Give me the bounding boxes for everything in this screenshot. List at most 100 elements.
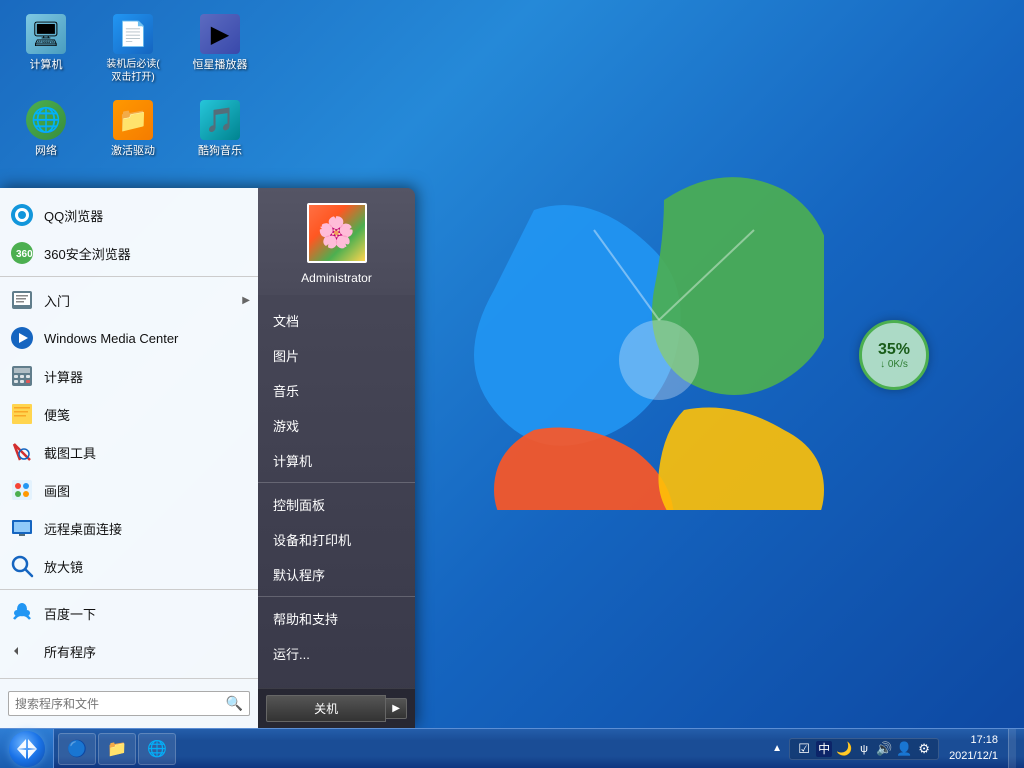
svg-text:360: 360 — [16, 249, 33, 260]
start-item-360[interactable]: 360 360安全浏览器 — [0, 234, 258, 272]
music-icon: 🎵 — [200, 100, 240, 140]
shutdown-button[interactable]: 关机 — [266, 695, 386, 722]
magnifier-icon — [8, 552, 36, 580]
qq-browser-icon — [8, 201, 36, 229]
driver-icon: 📁 — [113, 100, 153, 140]
speed-widget: 35% ↓ 0K/s — [859, 320, 929, 390]
speed-percent: 35% — [878, 341, 910, 359]
user-section: Administrator — [258, 188, 415, 295]
desktop-icon-music[interactable]: 🎵 酷狗音乐 — [184, 96, 256, 162]
start-item-wmc[interactable]: Windows Media Center — [0, 319, 258, 357]
start-item-magnifier[interactable]: 放大镜 — [0, 547, 258, 585]
start-menu-left: QQ浏览器 360 360安全浏览器 入门 ▶ — [0, 188, 258, 728]
music-icon-label: 酷狗音乐 — [198, 144, 242, 158]
sticky-icon — [8, 400, 36, 428]
rdp-label: 远程桌面连接 — [44, 519, 250, 538]
intro-arrow: ▶ — [242, 295, 250, 306]
taskbar-item-explorer[interactable]: 📁 — [98, 733, 136, 765]
search-box[interactable]: 🔍 — [8, 691, 250, 716]
start-menu: QQ浏览器 360 360安全浏览器 入门 ▶ — [0, 188, 415, 728]
magnifier-label: 放大镜 — [44, 557, 250, 576]
shutdown-arrow-button[interactable]: ▶ — [386, 698, 407, 719]
right-item-computer[interactable]: 计算机 — [258, 443, 415, 478]
start-item-paint[interactable]: 画图 — [0, 471, 258, 509]
media-icon-label: 恒星播放器 — [193, 58, 248, 72]
start-item-snipping[interactable]: 截图工具 — [0, 433, 258, 471]
start-orb — [9, 731, 45, 767]
start-item-all-programs[interactable]: 所有程序 — [0, 632, 258, 670]
taskbar-ie-icon: 🌐 — [147, 739, 167, 759]
start-item-sticky[interactable]: 便笺 — [0, 395, 258, 433]
network-icon: 🌐 — [26, 100, 66, 140]
snipping-label: 截图工具 — [44, 443, 250, 462]
separator-2 — [0, 589, 258, 590]
separator-1 — [0, 276, 258, 277]
start-item-intro[interactable]: 入门 ▶ — [0, 281, 258, 319]
right-item-help[interactable]: 帮助和支持 — [258, 601, 415, 636]
right-item-games[interactable]: 游戏 — [258, 408, 415, 443]
all-programs-icon — [8, 637, 36, 665]
right-item-pictures[interactable]: 图片 — [258, 338, 415, 373]
tray-settings-icon[interactable]: ⚙ — [916, 741, 932, 757]
show-desktop-button[interactable] — [1008, 729, 1016, 768]
start-item-rdp[interactable]: 远程桌面连接 — [0, 509, 258, 547]
desktop-icon-row-1: 🖥 计算机 📄 装机后必读( 双击打开) ▶ 恒星播放器 — [10, 10, 256, 88]
computer-icon: 🖥 — [26, 14, 66, 54]
desktop-icon-word[interactable]: 📄 装机后必读( 双击打开) — [97, 10, 169, 88]
word-icon: 📄 — [113, 14, 153, 54]
start-item-qq-browser[interactable]: QQ浏览器 — [0, 196, 258, 234]
word-icon-label: 装机后必读( 双击打开) — [106, 58, 159, 84]
right-item-documents[interactable]: 文档 — [258, 303, 415, 338]
right-item-control-panel[interactable]: 控制面板 — [258, 487, 415, 522]
taskbar-item-qq[interactable]: 🔵 — [58, 733, 96, 765]
paint-label: 画图 — [44, 481, 250, 500]
start-button[interactable] — [0, 729, 54, 768]
taskbar: 🔵 📁 🌐 ▲ ☑ 中 🌙 ψ 🔊 👤 ⚙ 17:18 2021/ — [0, 728, 1024, 768]
tray-network-icon[interactable]: ψ — [856, 741, 872, 757]
media-icon: ▶ — [200, 14, 240, 54]
360-icon: 360 — [8, 239, 36, 267]
user-name: Administrator — [301, 271, 372, 285]
system-clock[interactable]: 17:18 2021/12/1 — [943, 733, 1004, 764]
search-icon: 🔍 — [226, 695, 243, 712]
search-input[interactable] — [15, 697, 226, 711]
tray-icons: ☑ 中 🌙 ψ 🔊 👤 ⚙ — [789, 738, 939, 760]
wmc-icon — [8, 324, 36, 352]
calc-icon — [8, 362, 36, 390]
taskbar-items: 🔵 📁 🌐 — [54, 733, 761, 765]
desktop-icon-row-2: 🌐 网络 📁 激活驱动 🎵 酷狗音乐 — [10, 96, 256, 162]
start-item-calc[interactable]: 计算器 — [0, 357, 258, 395]
desktop-icons: 🖥 计算机 📄 装机后必读( 双击打开) ▶ 恒星播放器 🌐 网络 📁 激活驱动 — [10, 10, 256, 162]
start-menu-items: QQ浏览器 360 360安全浏览器 入门 ▶ — [0, 188, 258, 678]
desktop-icon-media[interactable]: ▶ 恒星播放器 — [184, 10, 256, 88]
baidu-icon — [8, 599, 36, 627]
driver-icon-label: 激活驱动 — [111, 144, 155, 158]
right-item-default-programs[interactable]: 默认程序 — [258, 557, 415, 592]
tray-volume-icon[interactable]: 🔊 — [876, 741, 892, 757]
all-programs-label: 所有程序 — [44, 642, 250, 661]
start-item-baidu[interactable]: 百度一下 — [0, 594, 258, 632]
right-menu-items: 文档 图片 音乐 游戏 计算机 控制面板 设备 — [258, 295, 415, 688]
wmc-label: Windows Media Center — [44, 331, 250, 346]
right-item-music[interactable]: 音乐 — [258, 373, 415, 408]
desktop-icon-computer[interactable]: 🖥 计算机 — [10, 10, 82, 88]
desktop-icon-network[interactable]: 🌐 网络 — [10, 96, 82, 162]
right-item-devices[interactable]: 设备和打印机 — [258, 522, 415, 557]
tray-lang-icon[interactable]: 中 — [816, 741, 832, 757]
tray-moon-icon[interactable]: 🌙 — [836, 741, 852, 757]
right-item-run[interactable]: 运行... — [258, 636, 415, 671]
calc-label: 计算器 — [44, 367, 250, 386]
tray-user-icon[interactable]: 👤 — [896, 741, 912, 757]
clock-date: 2021/12/1 — [949, 749, 998, 764]
qq-browser-label: QQ浏览器 — [44, 206, 250, 225]
desktop-icon-driver[interactable]: 📁 激活驱动 — [97, 96, 169, 162]
intro-icon — [8, 286, 36, 314]
network-icon-label: 网络 — [35, 144, 57, 158]
taskbar-item-ie[interactable]: 🌐 — [138, 733, 176, 765]
tray-expand-button[interactable]: ▲ — [769, 743, 785, 754]
clock-time: 17:18 — [970, 733, 998, 748]
tray-checkbox-icon[interactable]: ☑ — [796, 741, 812, 757]
computer-icon-label: 计算机 — [30, 58, 63, 72]
taskbar-qq-icon: 🔵 — [67, 739, 87, 759]
taskbar-explorer-icon: 📁 — [107, 739, 127, 759]
